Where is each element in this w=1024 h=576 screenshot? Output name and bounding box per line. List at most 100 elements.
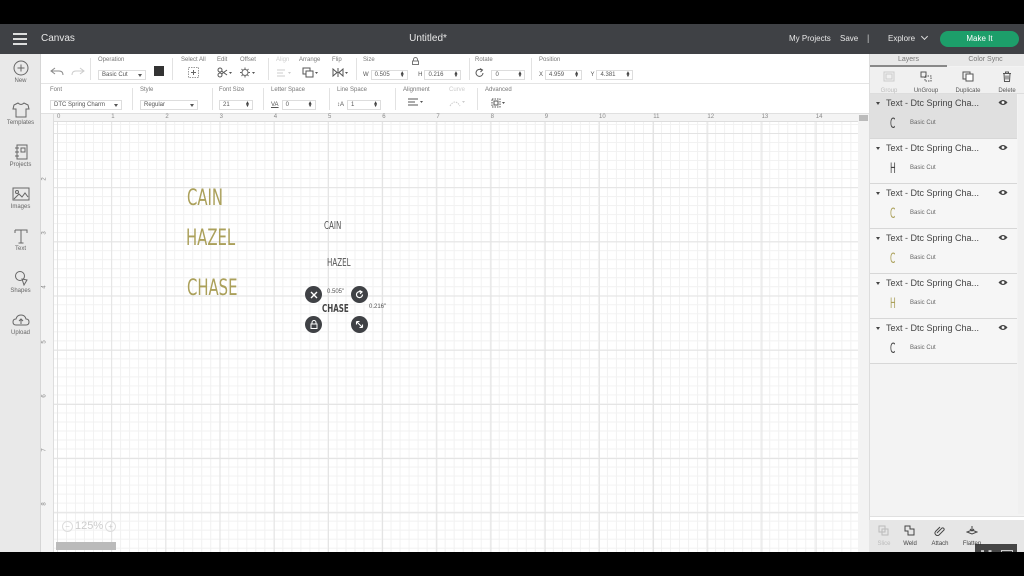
layer-item[interactable]: Text - Dtc Spring Cha... H Basic Cut <box>870 274 1017 319</box>
canvas-text-cain-large[interactable]: CAIN <box>187 186 223 211</box>
spinner-icon[interactable]: ▲ ▼ <box>308 101 313 109</box>
my-projects-link[interactable]: My Projects <box>789 34 831 43</box>
expand-caret-icon[interactable] <box>876 237 880 240</box>
horizontal-scrollbar[interactable] <box>56 542 116 550</box>
rotate-handle[interactable] <box>351 286 368 303</box>
spinner-icon[interactable]: ▲ ▼ <box>518 71 523 79</box>
duplicate-button[interactable]: Duplicate <box>949 69 987 94</box>
picture-in-picture-icon[interactable] <box>1001 549 1014 553</box>
vertical-scrollbar[interactable] <box>858 114 869 552</box>
x-input[interactable]: 4.959 ▲ ▼ <box>545 70 583 80</box>
ruler-tick-label: 8 <box>41 502 48 506</box>
text-toolbar: Font DTC Spring Charm Style Regular Font… <box>41 84 869 114</box>
ruler-tick-label: 5 <box>328 114 332 120</box>
layer-item[interactable]: Text - Dtc Spring Cha... C Basic Cut <box>870 184 1017 229</box>
save-link[interactable]: Save <box>840 34 858 43</box>
layer-item[interactable]: Text - Dtc Spring Cha... C Basic Cut <box>870 94 1017 139</box>
line-space-input[interactable]: 1 ▲ ▼ <box>347 100 382 110</box>
height-input[interactable]: 0.216 ▲ ▼ <box>424 70 462 80</box>
letter-space-label: Letter Space <box>271 87 306 93</box>
expand-caret-icon[interactable] <box>876 102 880 105</box>
canvas-text-chase-large[interactable]: CHASE <box>187 276 237 301</box>
layer-item[interactable]: Text - Dtc Spring Cha... C Basic Cut <box>870 319 1017 364</box>
alignment-group[interactable]: Alignment <box>403 87 430 111</box>
offset-group[interactable]: Offset <box>240 57 256 81</box>
font-select[interactable]: DTC Spring Charm <box>50 100 122 110</box>
flip-group[interactable]: Flip <box>332 57 349 81</box>
ungroup-button[interactable]: UnGroup <box>907 69 945 94</box>
scrollbar-thumb[interactable] <box>859 115 868 121</box>
sidebar-item-templates[interactable]: Templates <box>0 102 41 126</box>
explore-dropdown[interactable]: Explore <box>888 32 929 43</box>
tab-color-sync[interactable]: Color Sync <box>947 56 1024 63</box>
layers-scrollbar[interactable] <box>1018 94 1024 514</box>
arrange-group[interactable]: Arrange <box>299 57 320 81</box>
eye-icon[interactable] <box>998 144 1008 151</box>
canvas-text-cain-small[interactable]: CAIN <box>324 219 341 232</box>
ruler-tick-label: 3 <box>41 231 48 235</box>
sidebar-item-shapes[interactable]: Shapes <box>0 270 41 294</box>
lock-icon[interactable] <box>412 57 419 65</box>
letter-space-group: Letter Space VA 0 ▲ ▼ <box>271 87 316 111</box>
lock-handle[interactable] <box>305 316 322 333</box>
width-input[interactable]: 0.505 ▲ ▼ <box>370 70 408 80</box>
redo-icon[interactable] <box>71 67 86 77</box>
attach-button[interactable]: Attach <box>925 523 955 547</box>
font-size-input[interactable]: 21 ▲ ▼ <box>219 100 253 110</box>
y-label: Y <box>590 72 595 78</box>
zoom-out-button[interactable]: − <box>62 520 73 532</box>
layer-operation: Basic Cut <box>910 210 936 216</box>
sidebar-item-text[interactable]: Text <box>0 228 41 252</box>
tab-layers[interactable]: Layers <box>870 56 947 63</box>
expand-caret-icon[interactable] <box>876 147 880 150</box>
selection-width-label: 0.505" <box>327 289 345 295</box>
eye-icon[interactable] <box>998 324 1008 331</box>
operation-select[interactable]: Basic Cut <box>98 70 146 80</box>
layer-item[interactable]: Text - Dtc Spring Cha... H Basic Cut <box>870 139 1017 184</box>
canvas-text-hazel-small[interactable]: HAZEL <box>327 256 351 269</box>
edit-group[interactable]: Edit <box>217 57 232 81</box>
design-canvas[interactable]: CAIN HAZEL CHASE CAIN HAZEL CHASE 0.505"… <box>41 114 858 552</box>
sidebar-item-new[interactable]: New <box>0 60 41 84</box>
y-input[interactable]: 4.381 ▲ ▼ <box>596 70 634 80</box>
weld-button[interactable]: Weld <box>895 523 925 547</box>
chevron-down-icon <box>921 32 929 41</box>
eye-icon[interactable] <box>998 279 1008 286</box>
layer-thumbnail: H <box>890 296 896 312</box>
expand-caret-icon[interactable] <box>876 192 880 195</box>
canvas-text-chase-selected[interactable]: CHASE <box>322 302 349 315</box>
group-button[interactable]: Group <box>870 69 908 94</box>
letter-space-input[interactable]: 0 ▲ ▼ <box>281 100 316 110</box>
delete-button[interactable]: Delete <box>988 69 1024 94</box>
layer-item[interactable]: Text - Dtc Spring Cha... C Basic Cut <box>870 229 1017 274</box>
undo-icon[interactable] <box>50 67 64 77</box>
spinner-icon[interactable]: ▲ ▼ <box>454 71 459 79</box>
spinner-icon[interactable]: ▲ ▼ <box>626 71 631 79</box>
eye-icon[interactable] <box>998 234 1008 241</box>
caret-down-icon <box>138 74 142 77</box>
sidebar-item-projects[interactable]: Projects <box>0 144 41 168</box>
font-size-label: Font Size <box>219 87 245 93</box>
delete-handle[interactable] <box>305 286 322 303</box>
pause-icon[interactable]: ❚❚ <box>979 549 994 553</box>
spinner-icon[interactable]: ▲ ▼ <box>574 71 579 79</box>
rotate-value: 0 <box>495 72 499 78</box>
spinner-icon[interactable]: ▲ ▼ <box>245 101 250 109</box>
eye-icon[interactable] <box>998 189 1008 196</box>
expand-caret-icon[interactable] <box>876 327 880 330</box>
spinner-icon[interactable]: ▲ ▼ <box>400 71 405 79</box>
sidebar-item-upload[interactable]: Upload <box>0 312 41 336</box>
expand-caret-icon[interactable] <box>876 282 880 285</box>
select-all-group[interactable]: Select All <box>181 57 206 81</box>
make-it-button[interactable]: Make It <box>940 31 1019 47</box>
advanced-group[interactable]: Advanced <box>485 87 512 111</box>
eye-icon[interactable] <box>998 99 1008 106</box>
color-swatch[interactable] <box>154 66 165 76</box>
rotate-input[interactable]: 0 ▲ ▼ <box>491 70 526 80</box>
canvas-text-hazel-large[interactable]: HAZEL <box>186 226 235 251</box>
zoom-in-button[interactable]: + <box>105 520 117 532</box>
style-select[interactable]: Regular <box>140 100 198 110</box>
sidebar-item-images[interactable]: Images <box>0 186 41 210</box>
spinner-icon[interactable]: ▲ ▼ <box>373 101 378 109</box>
resize-handle[interactable] <box>351 316 368 333</box>
